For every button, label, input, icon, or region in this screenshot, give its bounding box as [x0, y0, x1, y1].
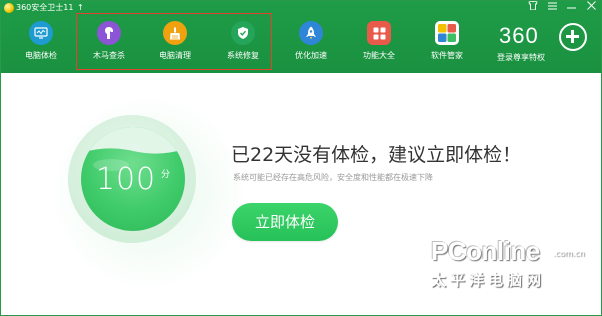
minimize-icon[interactable]: [563, 1, 579, 15]
watermark-sub: 太平洋电脑网: [431, 271, 546, 289]
check-now-button[interactable]: 立即体检: [232, 203, 338, 241]
score-value: 100: [95, 162, 157, 197]
close-icon[interactable]: [583, 1, 599, 15]
grid-icon: [367, 21, 391, 45]
vip-login[interactable]: 360 登录尊享特权: [495, 19, 599, 69]
risk-subtext: 系统可能已经存在高危风险，安全度和性能都在极速下降: [233, 173, 433, 182]
nav-item-speedup[interactable]: 优化加速: [281, 19, 341, 69]
watermark: PConline .com.cn 太平洋电脑网: [421, 227, 601, 315]
menu-icon[interactable]: [544, 1, 560, 15]
watermark-text: PConline: [431, 236, 540, 266]
nav-label: 软件管家: [431, 51, 463, 60]
rocket-icon: [299, 21, 323, 45]
highlight-box: [76, 13, 272, 70]
monitor-check-icon: [29, 21, 53, 45]
vip-label: 登录尊享特权: [497, 53, 545, 62]
plus-icon[interactable]: [559, 23, 587, 51]
nav-item-software-manager[interactable]: 软件管家: [417, 19, 477, 69]
nav-item-features[interactable]: 功能大全: [349, 19, 409, 69]
apps-icon: [435, 21, 459, 45]
watermark-domain: .com.cn: [553, 249, 585, 258]
vip-number: 360: [499, 23, 539, 48]
score-unit: 分: [161, 170, 171, 180]
app-window: 360安全卫士11 ↑ 电脑体检 木马查杀 电脑清理 系统修复 优化加速 功能大…: [0, 0, 602, 316]
app-logo-icon: [4, 3, 14, 13]
shirt-icon[interactable]: [525, 1, 541, 15]
app-title: 360安全卫士11: [16, 3, 74, 12]
nav-label: 优化加速: [295, 51, 327, 60]
nav-label: 电脑体检: [25, 51, 57, 60]
nav-item-checkup[interactable]: 电脑体检: [11, 19, 71, 69]
headline: 已22天没有体检，建议立即体检！: [231, 144, 522, 166]
header-bar: 360安全卫士11 ↑ 电脑体检 木马查杀 电脑清理 系统修复 优化加速 功能大…: [1, 1, 601, 73]
nav-label: 功能大全: [363, 51, 395, 60]
